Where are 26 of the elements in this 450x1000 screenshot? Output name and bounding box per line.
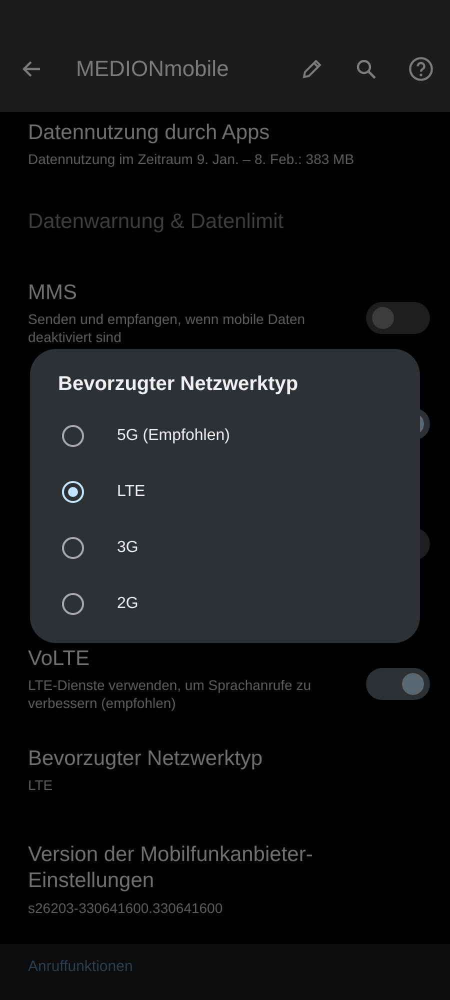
search-icon[interactable] (354, 57, 378, 81)
help-icon[interactable] (408, 56, 434, 82)
setting-title: Datenwarnung & Datenlimit (28, 209, 285, 235)
option-label[interactable]: 5G (Empfohlen) (117, 427, 230, 445)
setting-summary: Datennutzung im Zeitraum 9. Jan. – 8. Feb.: 383 MB (28, 150, 356, 168)
setting-summary: Senden und empfangen, wenn mobile Daten deaktiviert sind (28, 310, 306, 347)
setting-summary: LTE-Dienste verwenden, um Sprachanrufe zu verbessern (empfohlen) (28, 676, 312, 713)
setting-title: Version der Mobilfunkanbieter-Einstellungen (28, 842, 314, 894)
radio-button[interactable] (62, 537, 84, 559)
radio-button[interactable] (62, 425, 84, 447)
option-label[interactable]: LTE (117, 483, 146, 501)
dialog-title: Bevorzugter Netzwerktyp (58, 373, 300, 396)
option-label[interactable]: 2G (117, 595, 138, 613)
setting-title: MMS (28, 280, 78, 306)
setting-title: Bevorzugter Netzwerktyp (28, 746, 264, 772)
setting-title: Datennutzung durch Apps (28, 120, 271, 146)
toggle-switch[interactable] (366, 302, 430, 334)
setting-summary: LTE (28, 776, 54, 794)
pencil-icon[interactable] (300, 57, 324, 81)
setting-summary: s26203-330641600.330641600 (28, 898, 224, 917)
setting-title: VoLTE (28, 646, 90, 672)
section-header: Anruffunktionen (28, 958, 133, 975)
radio-button[interactable] (62, 593, 84, 615)
app-title: MEDIONmobile (76, 56, 230, 82)
option-label[interactable]: 3G (117, 539, 138, 557)
toggle-switch[interactable] (366, 668, 430, 700)
